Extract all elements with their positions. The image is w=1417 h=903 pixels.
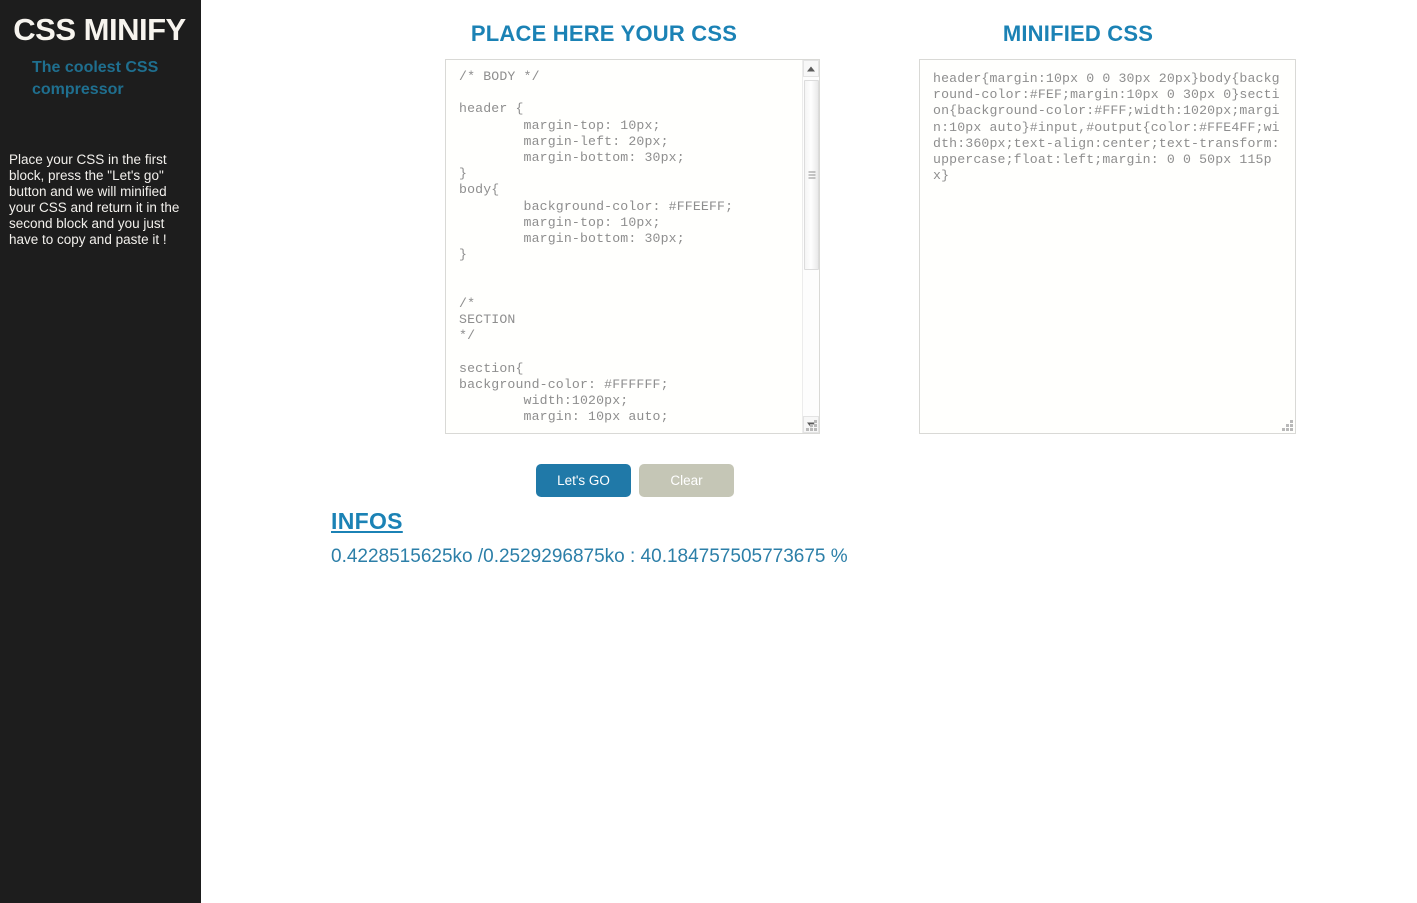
lets-go-button[interactable]: Let's GO [536, 464, 631, 497]
input-resize-handle-icon[interactable] [804, 418, 818, 432]
scrollbar-thumb[interactable] [804, 80, 819, 270]
input-scrollbar[interactable] [802, 60, 819, 433]
input-panel-heading: PLACE HERE YOUR CSS [470, 21, 738, 46]
scrollbar-grip-icon [808, 171, 815, 179]
scroll-up-arrow-icon[interactable] [803, 60, 819, 77]
app-subtitle: The coolest CSS compressor [32, 58, 159, 99]
css-output-textarea[interactable]: header{margin:10px 0 0 30px 20px}body{ba… [919, 59, 1296, 434]
clear-button[interactable]: Clear [639, 464, 734, 497]
sidebar: CSS MINIFY The coolest CSS compressor Pl… [0, 0, 201, 903]
css-input-textarea[interactable]: /* BODY */ header { margin-top: 10px; ma… [445, 59, 820, 434]
main-content: PLACE HERE YOUR CSS MINIFIED CSS /* BODY… [201, 0, 1417, 903]
sidebar-instructions: Place your CSS in the first block, press… [9, 151, 180, 248]
app-title: CSS MINIFY [13, 12, 186, 47]
output-panel-heading: MINIFIED CSS [1002, 21, 1154, 46]
css-input-value[interactable]: /* BODY */ header { margin-top: 10px; ma… [459, 69, 789, 425]
action-button-row: Let's GO Clear [536, 464, 734, 497]
infos-heading: INFOS [331, 508, 403, 534]
infos-size-ratio: 0.4228515625ko /0.2529296875ko : 40.1847… [331, 546, 848, 567]
css-output-value[interactable]: header{margin:10px 0 0 30px 20px}body{ba… [933, 71, 1283, 184]
output-resize-handle-icon[interactable] [1280, 418, 1294, 432]
